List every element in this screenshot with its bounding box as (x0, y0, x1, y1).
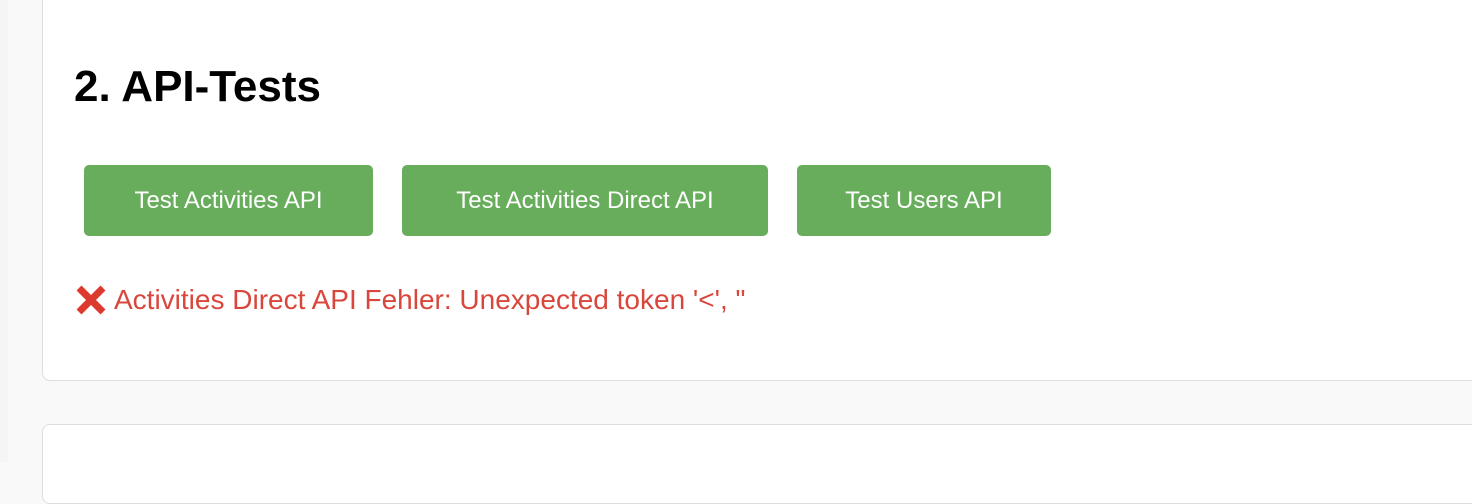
error-message: Activities Direct API Fehler: Unexpected… (114, 284, 746, 315)
api-tests-section: 2. API-Tests Test Activities API Test Ac… (42, 0, 1472, 381)
test-activities-direct-api-button[interactable]: Test Activities Direct API (402, 165, 768, 236)
section-title: 2. API-Tests (74, 62, 321, 111)
cross-mark-icon (74, 283, 108, 317)
api-test-result: Activities Direct API Fehler: Unexpected… (74, 282, 745, 318)
page-left-margin (0, 0, 8, 462)
next-section (42, 424, 1472, 504)
test-activities-api-button[interactable]: Test Activities API (84, 165, 373, 236)
test-users-api-button[interactable]: Test Users API (797, 165, 1051, 236)
